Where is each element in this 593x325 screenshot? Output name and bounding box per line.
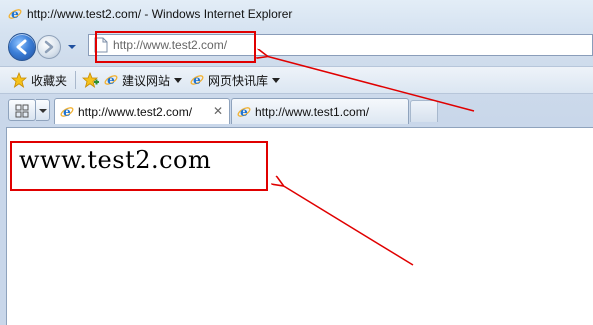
page-content: www.test2.com xyxy=(6,127,593,325)
tab-test2[interactable]: e http://www.test2.com/ ✕ xyxy=(54,98,230,124)
svg-text:e: e xyxy=(63,105,71,119)
suggested-sites-button[interactable]: e 建议网站 xyxy=(104,69,190,91)
web-slice-gallery-button[interactable]: e 网页快讯库 xyxy=(190,69,288,91)
tab-test1[interactable]: e http://www.test1.com/ xyxy=(231,98,409,124)
ie-logo-icon: e xyxy=(104,73,118,87)
tab-label: http://www.test1.com/ xyxy=(255,104,370,119)
tab-list-button[interactable] xyxy=(36,99,50,121)
ie-logo-icon: e xyxy=(60,105,74,119)
ie-logo-icon: e xyxy=(190,73,204,87)
tab-bar: e http://www.test2.com/ ✕ e http://www.t… xyxy=(0,96,593,124)
forward-button[interactable] xyxy=(37,35,61,59)
favorites-label: 收藏夹 xyxy=(31,73,68,88)
page-icon xyxy=(94,37,108,53)
suggested-sites-label: 建议网站 xyxy=(122,73,171,88)
new-tab-icon[interactable] xyxy=(410,100,438,122)
favorites-star-icon xyxy=(11,72,27,88)
web-slice-gallery-label: 网页快讯库 xyxy=(208,73,269,88)
navigation-bar: http://www.test2.com/ xyxy=(0,31,593,61)
svg-text:e: e xyxy=(11,7,19,21)
svg-text:e: e xyxy=(107,73,115,87)
ie-logo-icon: e xyxy=(8,7,22,21)
ie-logo-icon: e xyxy=(237,105,251,119)
svg-text:e: e xyxy=(193,73,201,87)
back-button[interactable] xyxy=(8,33,36,61)
favorites-separator xyxy=(75,71,77,89)
tab-list-icon xyxy=(39,109,47,113)
recent-pages-dropdown[interactable] xyxy=(66,40,78,52)
svg-text:e: e xyxy=(240,105,248,119)
tab-label: http://www.test2.com/ xyxy=(78,104,193,119)
dropdown-arrow-icon xyxy=(272,77,281,83)
favorites-bar: 收藏夹 e 建议网站 e 网页快讯库 xyxy=(0,66,593,94)
back-arrow-icon xyxy=(16,39,27,55)
address-url[interactable]: http://www.test2.com/ xyxy=(113,38,227,52)
favorites-button[interactable]: 收藏夹 xyxy=(0,69,67,91)
quick-tabs-button[interactable] xyxy=(8,99,36,121)
quick-tabs-icon xyxy=(15,104,29,118)
dropdown-arrow-icon xyxy=(68,45,76,49)
browser-window: e http://www.test2.com/ - Windows Intern… xyxy=(0,0,593,325)
address-bar[interactable]: http://www.test2.com/ xyxy=(88,34,593,56)
title-bar: e http://www.test2.com/ - Windows Intern… xyxy=(0,0,593,28)
window-title: http://www.test2.com/ - Windows Internet… xyxy=(27,7,293,21)
close-tab-icon[interactable]: ✕ xyxy=(213,104,223,118)
add-favorites-icon[interactable] xyxy=(82,72,100,88)
forward-arrow-icon xyxy=(44,40,54,54)
dropdown-arrow-icon xyxy=(174,77,183,83)
page-body-text: www.test2.com xyxy=(19,146,212,174)
